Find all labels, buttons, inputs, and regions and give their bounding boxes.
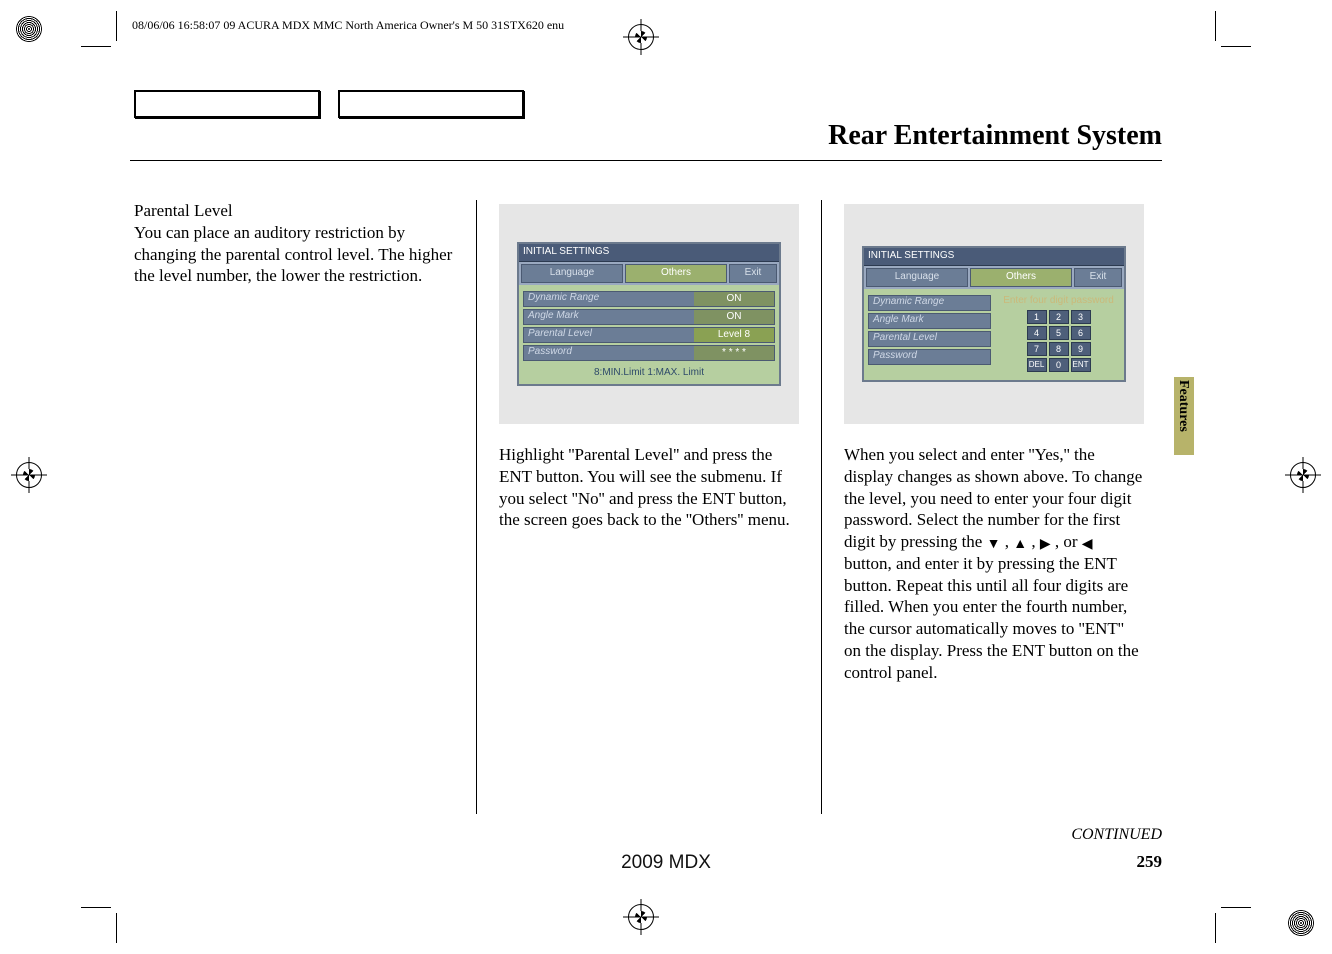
title-rule: [130, 160, 1162, 161]
content-columns: Parental Level You can place an auditory…: [132, 200, 1166, 814]
registration-target-icon: [1290, 462, 1316, 488]
crop-mark-icon: [1221, 907, 1251, 908]
page-title: Rear Entertainment System: [828, 120, 1162, 152]
down-arrow-icon: ▼: [987, 535, 1001, 553]
column-2-body: Highlight ''Parental Level'' and press t…: [499, 444, 799, 531]
screen2-key: 3: [1071, 310, 1091, 324]
section-tab-label: Features: [1175, 380, 1191, 432]
right-arrow-icon: ▶: [1040, 535, 1051, 553]
registration-target-icon: [628, 904, 654, 930]
screen1-row-dynamic-range: Dynamic Range: [524, 292, 694, 305]
crop-mark-icon: [1215, 11, 1216, 41]
screen2-keypad-prompt: Enter four digit password: [997, 295, 1120, 308]
screen1-legend: 8:MIN.Limit 1:MAX. Limit: [523, 367, 775, 380]
screen2-key-ent: ENT: [1071, 358, 1091, 372]
crop-mark-icon: [1221, 46, 1251, 47]
continued-label: CONTINUED: [1071, 826, 1162, 844]
footer-model: 2009 MDX: [621, 852, 711, 874]
up-arrow-icon: ▲: [1013, 535, 1027, 553]
screen2-key: 0: [1049, 358, 1069, 372]
screen2-tab-others: Others: [970, 268, 1072, 287]
screen2-key: 4: [1027, 326, 1047, 340]
column-3: INITIAL SETTINGS Language Others Exit Dy…: [821, 200, 1166, 814]
screen2-key: 2: [1049, 310, 1069, 324]
column-1: Parental Level You can place an auditory…: [132, 200, 476, 814]
screen1-val-dynamic-range: ON: [694, 292, 774, 306]
screen2-tab-exit: Exit: [1074, 268, 1122, 287]
screen2-header: INITIAL SETTINGS: [864, 248, 1124, 266]
screen1-row-password: Password: [524, 346, 694, 359]
page-body: Rear Entertainment System Features Paren…: [130, 70, 1202, 874]
registration-target-icon: [16, 462, 42, 488]
screen2-tab-language: Language: [866, 268, 968, 287]
crop-mark-icon: [116, 913, 117, 943]
crop-mark-icon: [116, 11, 117, 41]
screen2-key-del: DEL: [1027, 358, 1047, 372]
screen1-val-angle-mark: ON: [694, 310, 774, 324]
screen2-row-dynamic-range: Dynamic Range: [869, 296, 990, 309]
crop-mark-icon: [1215, 913, 1216, 943]
print-header: 08/06/06 16:58:07 09 ACURA MDX MMC North…: [132, 18, 564, 33]
screen2-row-angle-mark: Angle Mark: [869, 314, 990, 327]
registration-mark-icon: [16, 16, 42, 42]
screen1-header: INITIAL SETTINGS: [519, 244, 779, 262]
left-arrow-icon: ◀: [1082, 535, 1093, 553]
crop-mark-icon: [81, 907, 111, 908]
screen2-row-parental-level: Parental Level: [869, 332, 990, 345]
initial-settings-screenshot-2: INITIAL SETTINGS Language Others Exit Dy…: [844, 204, 1144, 424]
screen2-key: 8: [1049, 342, 1069, 356]
screen1-val-password: * * * *: [694, 346, 774, 360]
screen2-key: 5: [1049, 326, 1069, 340]
column-2: INITIAL SETTINGS Language Others Exit Dy…: [476, 200, 821, 814]
screen2-key: 6: [1071, 326, 1091, 340]
registration-mark-icon: [1288, 910, 1314, 936]
column-1-body: You can place an auditory restriction by…: [134, 222, 454, 287]
screen2-row-password: Password: [869, 350, 990, 363]
initial-settings-screenshot-1: INITIAL SETTINGS Language Others Exit Dy…: [499, 204, 799, 424]
screen1-tab-language: Language: [521, 264, 623, 283]
screen2-key: 7: [1027, 342, 1047, 356]
column-3-body: When you select and enter ''Yes,'' the d…: [844, 444, 1144, 683]
page-number: 259: [1137, 852, 1163, 872]
screen1-row-parental-level: Parental Level: [524, 328, 694, 341]
screen2-key: 1: [1027, 310, 1047, 324]
column-3-body-part-b: button, and enter it by pressing the ENT…: [844, 554, 1139, 682]
screen1-val-parental-level: Level 8: [694, 328, 774, 342]
screen1-tab-others: Others: [625, 264, 727, 283]
screen2-key: 9: [1071, 342, 1091, 356]
column-1-subhead: Parental Level: [134, 200, 454, 222]
crop-mark-icon: [81, 46, 111, 47]
screen1-row-angle-mark: Angle Mark: [524, 310, 694, 323]
screen1-tab-exit: Exit: [729, 264, 777, 283]
registration-target-icon: [628, 24, 654, 50]
